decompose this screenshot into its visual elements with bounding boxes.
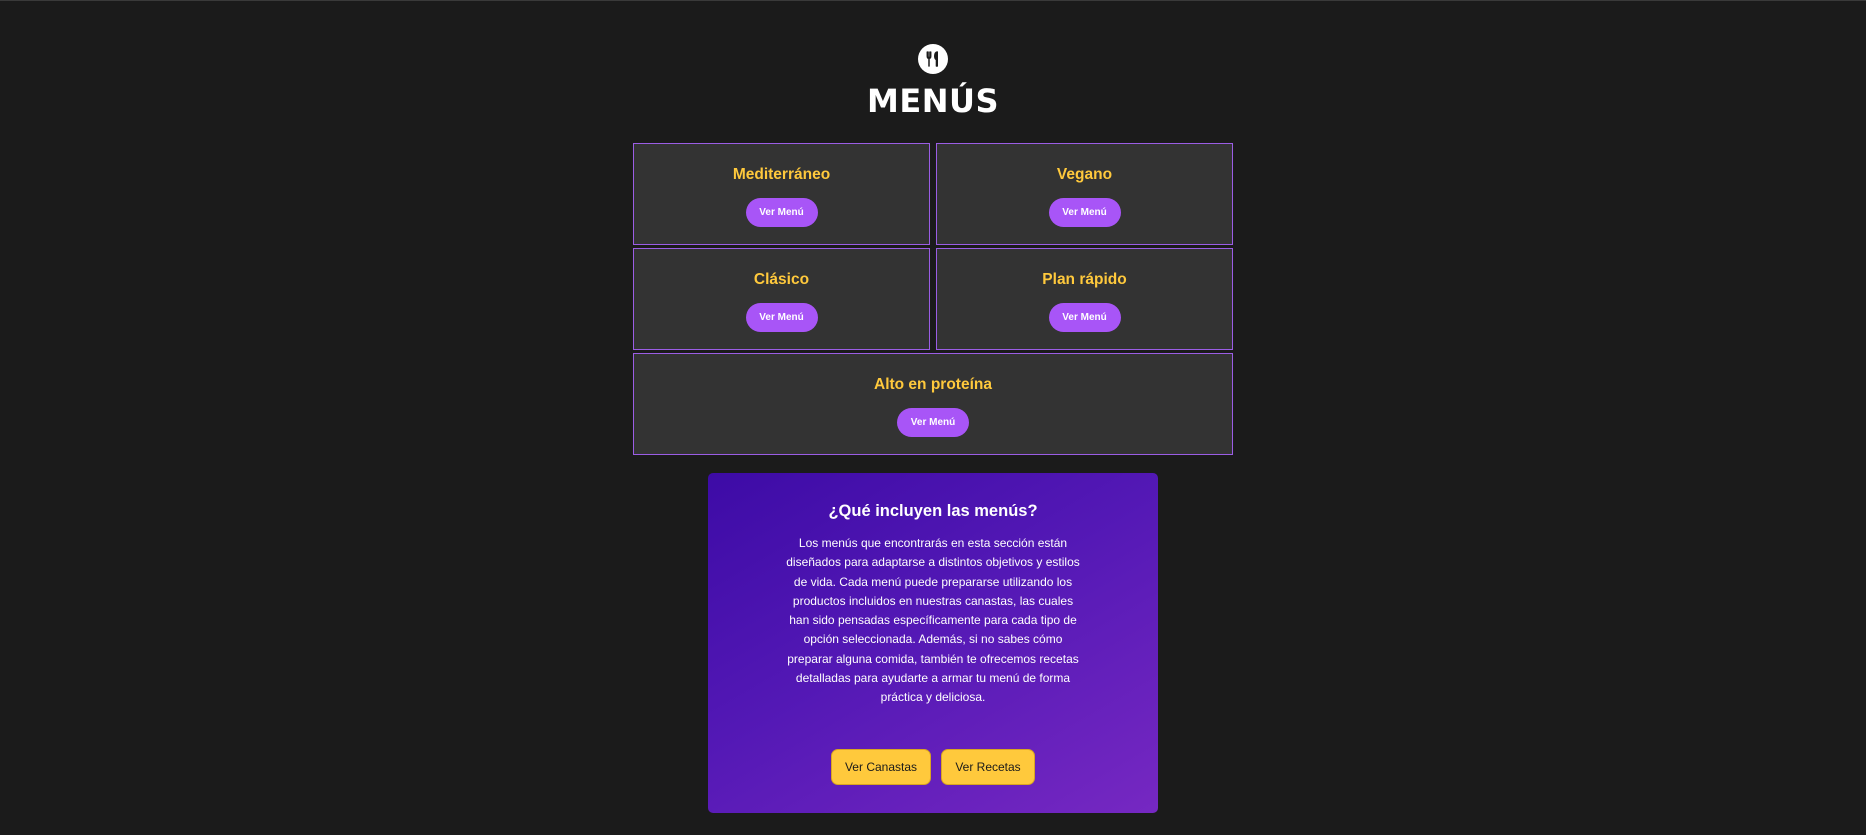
top-divider (0, 0, 1866, 1)
menu-card-title: Clásico (753, 271, 810, 288)
info-description: Los menús que encontrarás en esta secció… (786, 536, 1080, 705)
menu-card-title: Vegano (1056, 166, 1113, 183)
menu-card-clasico: Clásico Ver Menú (633, 248, 930, 350)
menu-card-alto-en-proteina: Alto en proteína Ver Menú (633, 353, 1233, 455)
page-header: MENÚS (0, 44, 1866, 120)
menu-card-title: Mediterráneo (732, 166, 831, 183)
view-menu-button[interactable]: Ver Menú (745, 198, 818, 227)
menu-card-vegano: Vegano Ver Menú (936, 143, 1233, 245)
info-title: ¿Qué incluyen las menús? (828, 502, 1038, 520)
menu-card-title: Plan rápido (1042, 271, 1127, 288)
view-menu-button[interactable]: Ver Menú (745, 303, 818, 332)
view-menu-button[interactable]: Ver Menú (1048, 303, 1121, 332)
view-recipes-button[interactable]: Ver Recetas (941, 748, 1035, 785)
menus-info-panel: ¿Qué incluyen las menús? Los menús que e… (708, 473, 1158, 813)
menu-card-plan-rapido: Plan rápido Ver Menú (936, 248, 1233, 350)
menu-grid: Mediterráneo Ver Menú Vegano Ver Menú Cl… (633, 143, 1233, 455)
view-baskets-button[interactable]: Ver Canastas (831, 748, 931, 785)
info-actions: Ver Canastas Ver Recetas (708, 748, 1158, 785)
menu-card-mediterraneo: Mediterráneo Ver Menú (633, 143, 930, 245)
view-menu-button[interactable]: Ver Menú (897, 408, 969, 437)
menu-card-title: Alto en proteína (874, 376, 992, 393)
fork-knife-icon (918, 44, 948, 74)
page-title: MENÚS (866, 82, 999, 120)
view-menu-button[interactable]: Ver Menú (1048, 198, 1121, 227)
